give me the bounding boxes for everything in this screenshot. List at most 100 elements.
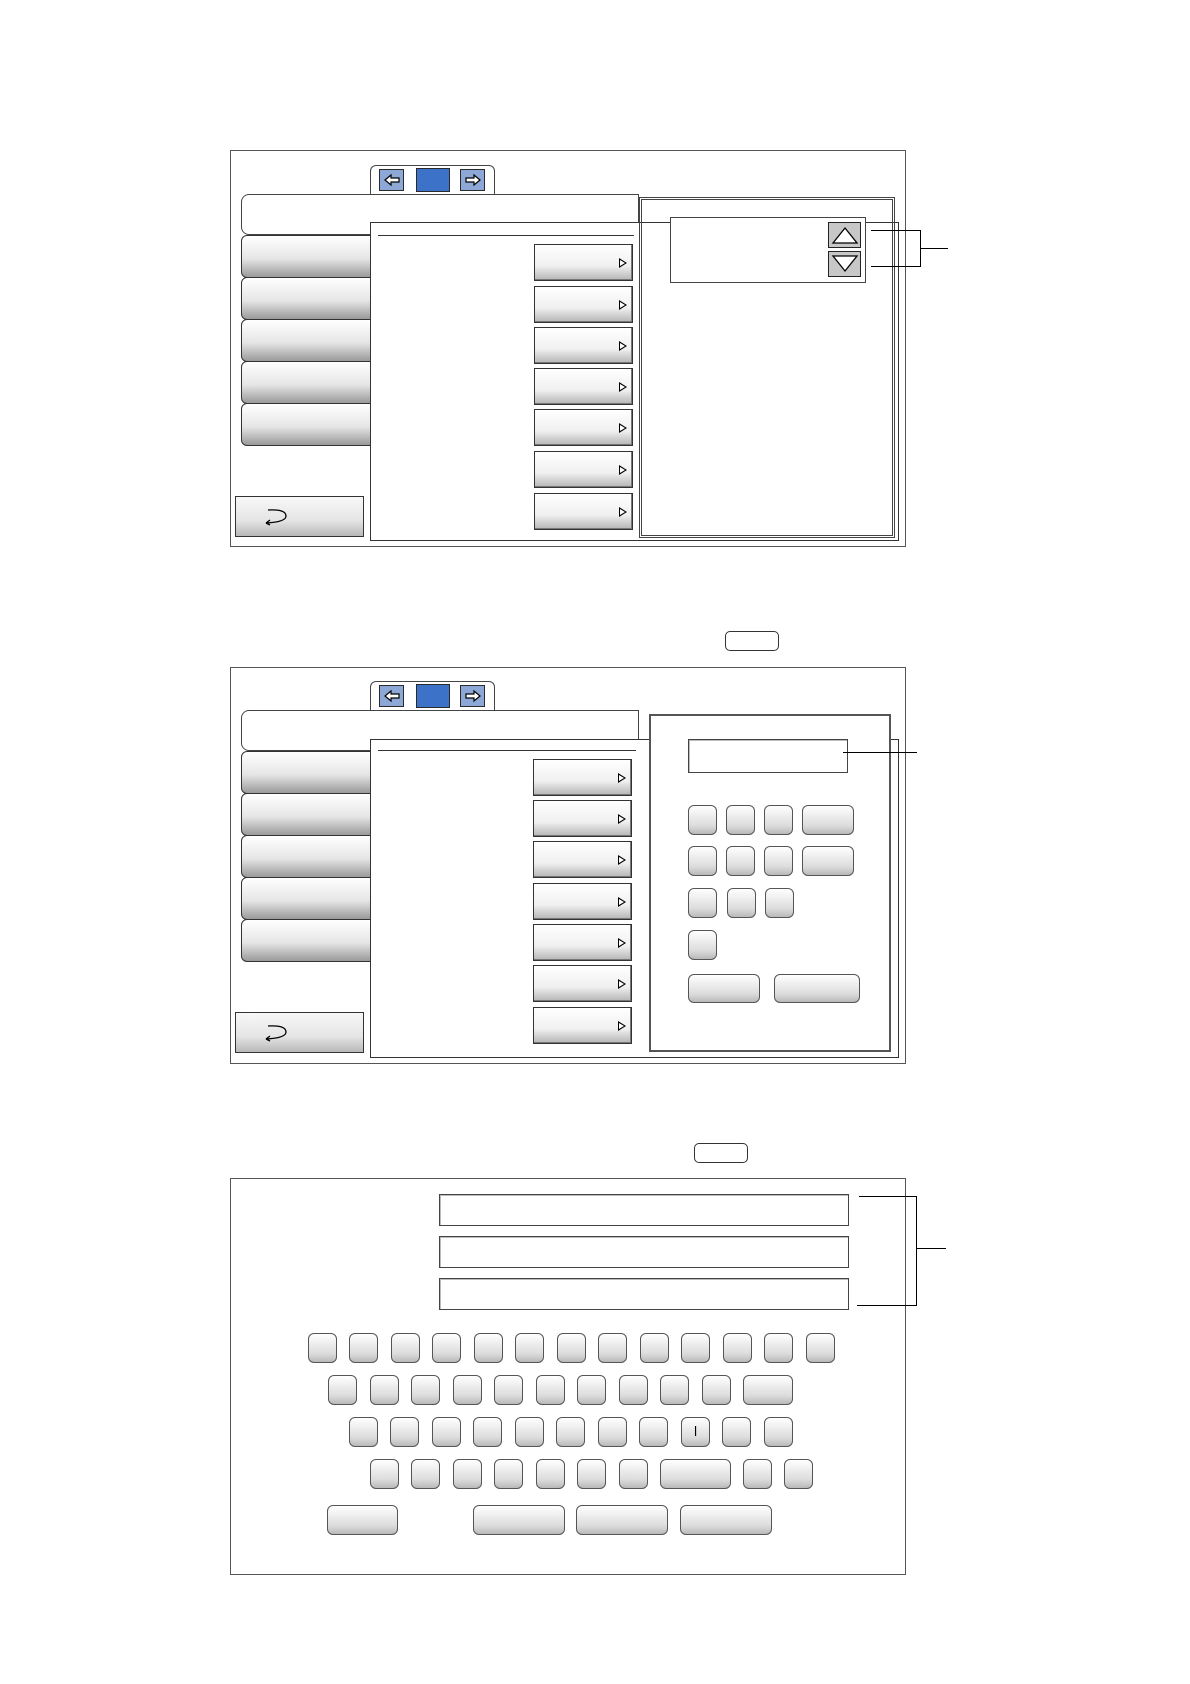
numpad-key[interactable] <box>688 888 717 918</box>
text-field-3[interactable] <box>439 1278 849 1310</box>
option-button-7[interactable] <box>534 493 633 530</box>
keyboard-key[interactable] <box>308 1333 337 1363</box>
option-button-1[interactable] <box>534 244 633 281</box>
keyboard-key[interactable] <box>494 1459 523 1489</box>
side-menu-item-5[interactable] <box>241 919 371 962</box>
side-menu-item-4[interactable] <box>241 877 371 920</box>
option-button-2[interactable] <box>534 286 633 323</box>
keyboard-key[interactable] <box>391 1333 420 1363</box>
scroll-down-button[interactable] <box>828 251 861 277</box>
keyboard-key[interactable] <box>453 1375 482 1405</box>
keyboard-key[interactable] <box>473 1417 502 1447</box>
numpad-key[interactable] <box>765 888 794 918</box>
numpad-key[interactable] <box>764 846 793 876</box>
keyboard-key[interactable] <box>764 1417 793 1447</box>
keyboard-key[interactable] <box>619 1459 648 1489</box>
keyboard-key[interactable] <box>411 1375 440 1405</box>
keyboard-key[interactable] <box>453 1459 482 1489</box>
next-page-button[interactable] <box>460 685 485 707</box>
keyboard-key[interactable] <box>639 1417 668 1447</box>
numpad-key[interactable] <box>688 846 717 876</box>
option-button-7[interactable] <box>533 1007 632 1044</box>
keyboard-wide-key[interactable] <box>660 1459 731 1489</box>
side-menu-item-5[interactable] <box>241 403 371 446</box>
numpad-key[interactable] <box>688 930 717 960</box>
keyboard-key[interactable] <box>598 1333 627 1363</box>
option-button-6[interactable] <box>534 451 633 488</box>
keyboard-key-l[interactable]: l <box>681 1417 710 1447</box>
keyboard-key[interactable] <box>515 1333 544 1363</box>
side-menu-item-3[interactable] <box>241 835 371 878</box>
numpad-wide-key[interactable] <box>802 805 854 835</box>
keyboard-key[interactable] <box>349 1417 378 1447</box>
keyboard-key[interactable] <box>557 1333 586 1363</box>
keyboard-key[interactable] <box>411 1459 440 1489</box>
keyboard-key[interactable] <box>723 1333 752 1363</box>
keyboard-key[interactable] <box>577 1375 606 1405</box>
keyboard-key[interactable] <box>702 1375 731 1405</box>
keyboard-key[interactable] <box>515 1417 544 1447</box>
numpad-key[interactable] <box>688 805 717 835</box>
keyboard-key[interactable] <box>432 1333 461 1363</box>
keyboard-key[interactable] <box>722 1417 751 1447</box>
keyboard-action-button[interactable] <box>327 1505 398 1535</box>
option-button-3[interactable] <box>534 327 633 364</box>
keyboard-key[interactable] <box>743 1459 772 1489</box>
option-button-4[interactable] <box>533 883 632 920</box>
keyboard-key[interactable] <box>536 1375 565 1405</box>
keyboard-key[interactable] <box>660 1375 689 1405</box>
keyboard-key[interactable] <box>640 1333 669 1363</box>
keyboard-key[interactable] <box>681 1333 710 1363</box>
side-menu-item-4[interactable] <box>241 361 371 404</box>
option-button-6[interactable] <box>533 965 632 1002</box>
keyboard-key[interactable] <box>598 1417 627 1447</box>
back-button[interactable] <box>235 1012 364 1053</box>
back-button[interactable] <box>235 496 364 537</box>
numeric-input[interactable] <box>688 739 848 773</box>
keyboard-key[interactable] <box>349 1333 378 1363</box>
hardware-key[interactable] <box>725 631 779 651</box>
keyboard-key[interactable] <box>536 1459 565 1489</box>
keyboard-key[interactable] <box>784 1459 813 1489</box>
keyboard-key[interactable] <box>764 1333 793 1363</box>
keyboard-key[interactable] <box>577 1459 606 1489</box>
numpad-action-button[interactable] <box>688 974 760 1003</box>
prev-page-button[interactable] <box>379 169 404 191</box>
keyboard-key[interactable] <box>328 1375 357 1405</box>
side-menu-item-2[interactable] <box>241 277 371 320</box>
keyboard-key[interactable] <box>494 1375 523 1405</box>
text-field-2[interactable] <box>439 1236 849 1268</box>
side-menu-item-1[interactable] <box>241 751 371 794</box>
numpad-key[interactable] <box>726 805 755 835</box>
keyboard-key[interactable] <box>474 1333 503 1363</box>
keyboard-key[interactable] <box>806 1333 835 1363</box>
keyboard-key[interactable] <box>432 1417 461 1447</box>
option-button-2[interactable] <box>533 800 632 837</box>
keyboard-key[interactable] <box>370 1375 399 1405</box>
keyboard-action-button[interactable] <box>680 1505 772 1535</box>
keyboard-key[interactable] <box>370 1459 399 1489</box>
numpad-key[interactable] <box>727 888 756 918</box>
keyboard-action-button[interactable] <box>473 1505 565 1535</box>
next-page-button[interactable] <box>460 169 485 191</box>
keyboard-wide-key[interactable] <box>743 1375 793 1405</box>
numpad-key[interactable] <box>764 805 793 835</box>
hardware-key[interactable] <box>694 1143 748 1163</box>
side-menu-item-1[interactable] <box>241 235 371 278</box>
option-button-5[interactable] <box>533 924 632 961</box>
side-menu-item-3[interactable] <box>241 319 371 362</box>
numpad-key[interactable] <box>726 846 755 876</box>
option-button-3[interactable] <box>533 841 632 878</box>
numpad-action-button[interactable] <box>774 974 860 1003</box>
text-field-1[interactable] <box>439 1194 849 1226</box>
keyboard-key[interactable] <box>556 1417 585 1447</box>
numpad-wide-key[interactable] <box>802 846 854 876</box>
keyboard-action-button[interactable] <box>576 1505 668 1535</box>
scroll-up-button[interactable] <box>828 222 861 248</box>
prev-page-button[interactable] <box>379 685 404 707</box>
keyboard-key[interactable] <box>390 1417 419 1447</box>
option-button-4[interactable] <box>534 368 633 405</box>
option-button-1[interactable] <box>533 759 632 796</box>
keyboard-key[interactable] <box>619 1375 648 1405</box>
option-button-5[interactable] <box>534 409 633 446</box>
